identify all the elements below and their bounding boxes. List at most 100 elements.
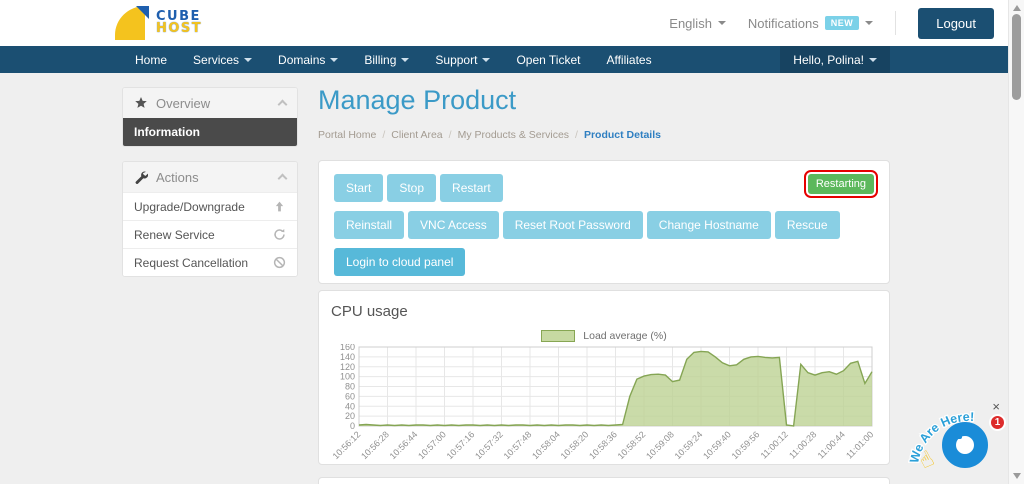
svg-text:160: 160 — [340, 344, 355, 352]
nav-item-open-ticket[interactable]: Open Ticket — [503, 46, 593, 73]
svg-text:10:57:00: 10:57:00 — [416, 429, 448, 461]
overview-title: Overview — [156, 96, 210, 111]
svg-text:80: 80 — [345, 382, 355, 392]
cpu-chart-canvas: 02040608010012014016010:56:1210:56:2810:… — [331, 344, 879, 465]
caret-down-icon — [865, 21, 873, 25]
sidebar-item-upgrade-downgrade[interactable]: Upgrade/Downgrade — [123, 192, 297, 220]
svg-text:60: 60 — [345, 391, 355, 401]
legend-swatch-icon — [541, 330, 575, 342]
application-window: CUBE HOST English Notifications NEW Logo… — [0, 0, 1024, 484]
star-icon — [134, 96, 148, 110]
logo-text: CUBE HOST — [156, 11, 202, 35]
stop-button[interactable]: Stop — [387, 174, 436, 202]
language-label: English — [669, 16, 712, 31]
refresh-icon — [273, 228, 286, 241]
page-title: Manage Product — [318, 85, 890, 116]
overview-panel: Overview Information — [122, 87, 298, 147]
svg-text:10:59:40: 10:59:40 — [701, 429, 733, 461]
scrollbar-down-icon[interactable] — [1013, 473, 1021, 479]
caret-down-icon — [869, 58, 877, 62]
breadcrumb-my-products[interactable]: My Products & Services — [458, 129, 578, 141]
login-to-cloud-panel-button[interactable]: Login to cloud panel — [334, 248, 465, 276]
svg-text:20: 20 — [345, 411, 355, 421]
ban-icon — [273, 256, 286, 269]
svg-text:10:58:52: 10:58:52 — [616, 429, 648, 461]
svg-text:10:58:04: 10:58:04 — [530, 429, 562, 461]
chat-bubble-button[interactable] — [942, 422, 988, 468]
language-dropdown[interactable]: English — [669, 16, 726, 31]
scrollbar-up-icon[interactable] — [1013, 5, 1021, 11]
svg-text:11:00:44: 11:00:44 — [816, 429, 847, 460]
reset-root-password-button[interactable]: Reset Root Password — [503, 211, 643, 239]
cpu-usage-panel: CPU usage Load average (%) 0204060801001… — [318, 290, 890, 465]
change-hostname-button[interactable]: Change Hostname — [647, 211, 771, 239]
svg-text:10:59:56: 10:59:56 — [730, 429, 762, 461]
sidebar-item-request-cancellation[interactable]: Request Cancellation — [123, 248, 297, 276]
start-button[interactable]: Start — [334, 174, 383, 202]
nav-item-home[interactable]: Home — [122, 46, 180, 73]
legend-label: Load average (%) — [583, 330, 666, 342]
notifications-dropdown[interactable]: Notifications NEW — [748, 16, 873, 31]
chart-legend: Load average (%) — [331, 330, 877, 342]
svg-text:11:01:00: 11:01:00 — [844, 429, 875, 460]
svg-text:10:56:44: 10:56:44 — [388, 429, 420, 461]
arrow-up-icon — [273, 200, 286, 213]
actions-panel-header[interactable]: Actions — [123, 162, 297, 192]
live-chat-widget[interactable]: × We Are Here! 1 ☝ — [912, 396, 1008, 484]
new-badge: NEW — [825, 16, 860, 30]
svg-text:10:57:32: 10:57:32 — [473, 429, 505, 461]
svg-text:10:57:16: 10:57:16 — [445, 429, 477, 461]
nav-item-billing[interactable]: Billing — [351, 46, 422, 73]
actions-title: Actions — [156, 170, 199, 185]
svg-text:10:59:24: 10:59:24 — [673, 429, 705, 461]
nav-item-affiliates[interactable]: Affiliates — [593, 46, 664, 73]
main-content: Manage Product Portal Home Client Area M… — [318, 85, 890, 484]
breadcrumb-portal-home[interactable]: Portal Home — [318, 129, 385, 141]
svg-text:10:59:08: 10:59:08 — [644, 429, 676, 461]
reinstall-button[interactable]: Reinstall — [334, 211, 404, 239]
caret-down-icon — [244, 58, 252, 62]
svg-text:10:57:48: 10:57:48 — [502, 429, 534, 461]
chevron-up-icon — [278, 174, 288, 184]
svg-text:10:58:20: 10:58:20 — [559, 429, 591, 461]
sidebar-item-renew-service[interactable]: Renew Service — [123, 220, 297, 248]
product-controls-panel: Start Stop Restart Restarting Reinstall … — [318, 160, 890, 284]
nav-item-domains[interactable]: Domains — [265, 46, 351, 73]
nav-item-support[interactable]: Support — [422, 46, 503, 73]
top-header: CUBE HOST English Notifications NEW Logo… — [0, 0, 1024, 46]
restart-button[interactable]: Restart — [440, 174, 503, 202]
power-controls-row: Start Stop Restart Restarting — [334, 174, 874, 202]
rescue-button[interactable]: Rescue — [775, 211, 840, 239]
panel-login-row: Login to cloud panel — [334, 248, 874, 276]
management-controls-row: Reinstall VNC Access Reset Root Password… — [334, 211, 874, 239]
breadcrumb: Portal Home Client Area My Products & Se… — [318, 129, 890, 141]
cubehost-logo[interactable]: CUBE HOST — [115, 6, 202, 40]
svg-text:10:58:36: 10:58:36 — [587, 429, 619, 461]
caret-down-icon — [482, 58, 490, 62]
chevron-up-icon — [278, 100, 288, 110]
caret-down-icon — [718, 21, 726, 25]
chat-message-icon — [950, 430, 962, 439]
scrollbar-thumb[interactable] — [1012, 14, 1021, 100]
status-badge-restarting: Restarting — [808, 174, 874, 194]
caret-down-icon — [401, 58, 409, 62]
sidebar-item-information[interactable]: Information — [123, 118, 297, 146]
caret-down-icon — [330, 58, 338, 62]
svg-text:10:56:28: 10:56:28 — [359, 429, 391, 461]
svg-text:120: 120 — [340, 362, 355, 372]
header-right-cluster: English Notifications NEW Logout — [669, 8, 994, 39]
actions-panel: Actions Upgrade/Downgrade Renew Service … — [122, 161, 298, 277]
svg-text:40: 40 — [345, 401, 355, 411]
svg-text:140: 140 — [340, 352, 355, 362]
vertical-scrollbar[interactable] — [1008, 0, 1024, 484]
user-menu[interactable]: Hello, Polina! — [780, 46, 890, 73]
svg-text:100: 100 — [340, 372, 355, 382]
cpu-panel-title: CPU usage — [331, 303, 877, 320]
nav-item-services[interactable]: Services — [180, 46, 265, 73]
logout-button[interactable]: Logout — [918, 8, 994, 39]
overview-panel-header[interactable]: Overview — [123, 88, 297, 118]
cubehost-logo-icon — [115, 6, 149, 40]
next-panel-edge — [318, 477, 890, 484]
breadcrumb-client-area[interactable]: Client Area — [391, 129, 451, 141]
vnc-access-button[interactable]: VNC Access — [408, 211, 499, 239]
